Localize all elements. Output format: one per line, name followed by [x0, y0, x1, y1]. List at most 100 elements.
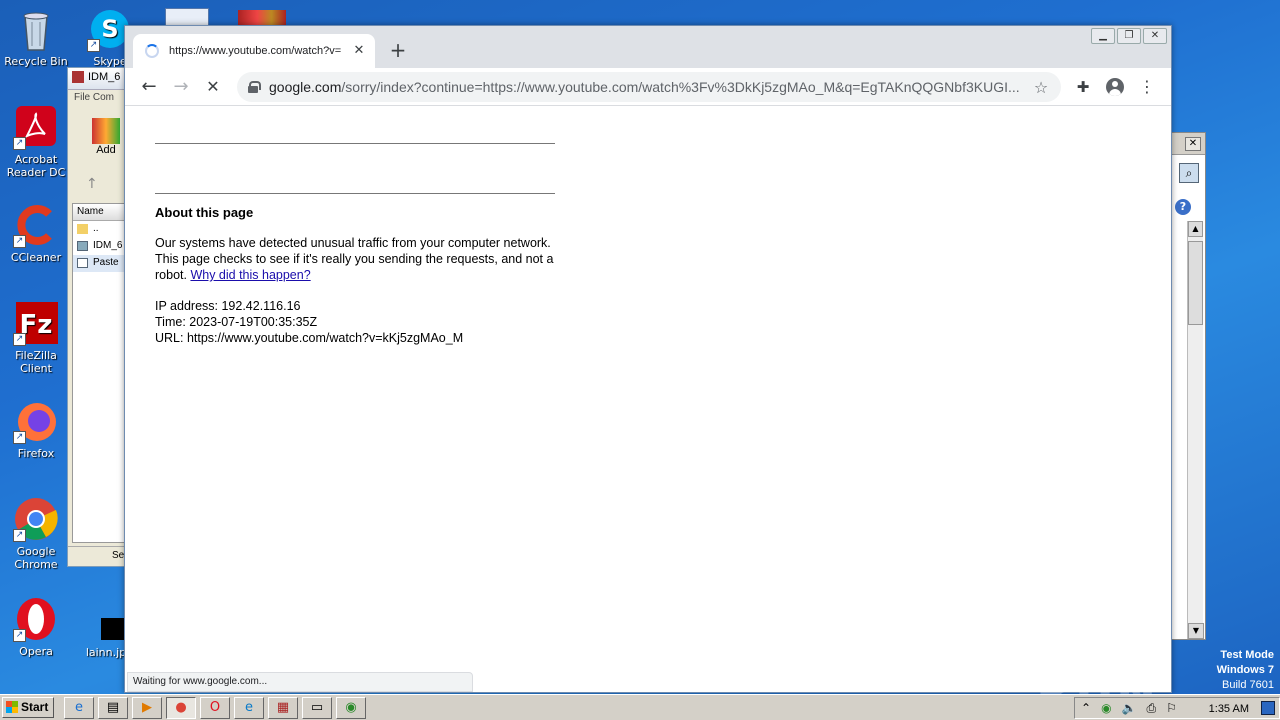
- browser-tab[interactable]: https://www.youtube.com/watch?v= ✕: [133, 34, 375, 68]
- minimize-button[interactable]: ▁: [1091, 28, 1115, 44]
- taskbar-network-icon[interactable]: ◉: [336, 697, 366, 719]
- taskbar-ie-icon[interactable]: e: [64, 697, 94, 719]
- winrar-icon: [72, 71, 84, 84]
- chrome-window[interactable]: https://www.youtube.com/watch?v= ✕ + ▁ ❐…: [124, 25, 1172, 693]
- volume-icon[interactable]: 🔈: [1122, 701, 1137, 715]
- scroll-up-button[interactable]: ▲: [1188, 221, 1203, 237]
- shortcut-arrow-icon: ↗: [13, 333, 26, 346]
- new-tab-button[interactable]: +: [387, 40, 409, 62]
- file-icon: [77, 241, 88, 251]
- address-bar[interactable]: google.com/sorry/index?continue=https://…: [237, 72, 1061, 102]
- winrar-menubar[interactable]: File Com: [68, 90, 126, 108]
- up-arrow-icon[interactable]: ↑: [86, 176, 98, 192]
- url-host: google.com: [269, 79, 342, 95]
- winrar-window[interactable]: IDM_6 File Com Add ↑ Name .. IDM_6 Paste…: [67, 67, 128, 567]
- restore-button[interactable]: ❐: [1117, 28, 1141, 44]
- tab-close-icon[interactable]: ✕: [351, 43, 367, 59]
- taskbar: Start e ▤ ▶ ● O e ▦ ▭ ◉ ⌃ ◉ 🔈 ⎙ ⚐ 1:35 A…: [0, 694, 1280, 720]
- winrar-titlebar[interactable]: IDM_6: [68, 68, 126, 90]
- divider: [155, 143, 555, 144]
- taskbar-edge-icon[interactable]: e: [234, 697, 264, 719]
- clock[interactable]: 1:35 AM: [1209, 698, 1249, 720]
- taskbar-winrar-icon[interactable]: ▦: [268, 697, 298, 719]
- bookmark-star-icon[interactable]: ☆: [1031, 78, 1051, 97]
- taskbar-opera-icon[interactable]: O: [200, 697, 230, 719]
- desktop-icon-filezilla[interactable]: Fz ↗ FileZilla Client: [0, 300, 72, 375]
- desktop-icon-chrome[interactable]: ↗ Google Chrome: [0, 496, 72, 571]
- background-window-titlebar[interactable]: ✕: [1171, 133, 1205, 155]
- background-window[interactable]: ✕ ⌕ ? ▲ ▼: [1170, 132, 1206, 640]
- desktop-icon-label: Acrobat Reader DC: [6, 153, 66, 179]
- taskbar-chrome-icon[interactable]: ●: [166, 697, 196, 719]
- stop-loading-button[interactable]: ✕: [201, 75, 225, 99]
- taskbar-window-icon[interactable]: ▭: [302, 697, 332, 719]
- show-hidden-icons-icon[interactable]: ⌃: [1081, 701, 1091, 715]
- action-center-flag-icon[interactable]: ⚐: [1166, 701, 1177, 715]
- desktop-icon-label: FileZilla Client: [15, 349, 57, 375]
- menu-kebab-icon[interactable]: ⋮: [1135, 75, 1159, 99]
- shortcut-arrow-icon: ↗: [87, 39, 100, 52]
- loading-spinner-icon: [145, 44, 159, 58]
- desktop-icon-label: Google Chrome: [14, 545, 58, 571]
- address-url[interactable]: google.com/sorry/index?continue=https://…: [269, 79, 1031, 95]
- desktop-icon-firefox[interactable]: ↗ Firefox: [0, 398, 72, 460]
- profile-avatar-icon[interactable]: [1106, 78, 1124, 96]
- desktop-icon-label: Recycle Bin: [4, 55, 68, 68]
- folder-icon: [77, 224, 88, 234]
- list-item[interactable]: Paste: [73, 255, 127, 272]
- test-mode-text: Test Mode Windows 7 Build 7601: [1216, 649, 1274, 691]
- desktop-icon-opera[interactable]: ↗ Opera: [0, 596, 72, 658]
- help-icon[interactable]: ?: [1175, 199, 1191, 215]
- ip-address: IP address: 192.42.116.16: [155, 299, 301, 313]
- page-content: About this page Our systems have detecte…: [125, 106, 1171, 673]
- image-file-icon: [83, 612, 141, 642]
- lock-icon[interactable]: [247, 81, 261, 93]
- taskbar-explorer-icon[interactable]: ▤: [98, 697, 128, 719]
- status-bubble: Waiting for www.google.com...: [127, 672, 473, 692]
- scroll-thumb[interactable]: [1188, 241, 1203, 325]
- page-heading: About this page: [155, 205, 254, 220]
- tab-title: https://www.youtube.com/watch?v=: [169, 45, 342, 57]
- why-link[interactable]: Why did this happen?: [190, 268, 310, 282]
- desktop-icon-recycle-bin[interactable]: Recycle Bin: [0, 6, 72, 68]
- close-icon[interactable]: ✕: [1185, 137, 1201, 151]
- desktop-icon-ccleaner[interactable]: ↗ CCleaner: [0, 202, 72, 264]
- winrar-archive-icon[interactable]: [238, 10, 286, 26]
- list-item[interactable]: IDM_6: [73, 238, 127, 255]
- column-header-name[interactable]: Name: [73, 204, 127, 221]
- winrar-file-list[interactable]: Name .. IDM_6 Paste: [72, 203, 128, 543]
- ccleaner-icon: ↗: [13, 202, 59, 248]
- document-icon[interactable]: [165, 8, 209, 26]
- desktop-icon-label: Opera: [19, 645, 53, 658]
- start-button[interactable]: Start: [2, 697, 54, 718]
- filezilla-icon: Fz ↗: [13, 300, 59, 346]
- printer-icon[interactable]: ⎙: [1147, 701, 1157, 716]
- chrome-icon: ↗: [13, 496, 59, 542]
- close-window-button[interactable]: ✕: [1143, 28, 1167, 44]
- forward-button[interactable]: →: [169, 75, 193, 99]
- recycle-bin-icon: [13, 6, 59, 52]
- explanation-text: Our systems have detected unusual traffi…: [155, 236, 554, 282]
- back-button[interactable]: ←: [137, 75, 161, 99]
- vertical-scrollbar[interactable]: ▲ ▼: [1187, 221, 1204, 639]
- list-item[interactable]: ..: [73, 221, 127, 238]
- shortcut-arrow-icon: ↗: [13, 529, 26, 542]
- shortcut-arrow-icon: ↗: [13, 137, 26, 150]
- show-desktop-button[interactable]: [1261, 701, 1275, 715]
- tab-strip: https://www.youtube.com/watch?v= ✕ + ▁ ❐…: [125, 26, 1171, 68]
- sorry-page: About this page Our systems have detecte…: [155, 106, 555, 346]
- request-url: URL: https://www.youtube.com/watch?v=kKj…: [155, 331, 464, 345]
- desktop-icon-acrobat[interactable]: ↗ Acrobat Reader DC: [0, 104, 72, 179]
- winrar-add-button[interactable]: Add: [88, 118, 124, 156]
- acrobat-icon: ↗: [13, 104, 59, 150]
- network-tray-icon[interactable]: ◉: [1101, 701, 1111, 715]
- extensions-puzzle-icon[interactable]: ✚: [1071, 75, 1095, 99]
- search-icon[interactable]: ⌕: [1179, 163, 1199, 183]
- system-tray: ⌃ ◉ 🔈 ⎙ ⚐ 1:35 AM: [1074, 697, 1280, 719]
- browser-toolbar: ← → ✕ google.com/sorry/index?continue=ht…: [125, 68, 1171, 106]
- add-label: Add: [96, 144, 116, 156]
- shortcut-arrow-icon: ↗: [13, 235, 26, 248]
- winrar-title: IDM_6: [88, 71, 121, 83]
- windows-logo-icon: [6, 701, 18, 713]
- taskbar-media-player-icon[interactable]: ▶: [132, 697, 162, 719]
